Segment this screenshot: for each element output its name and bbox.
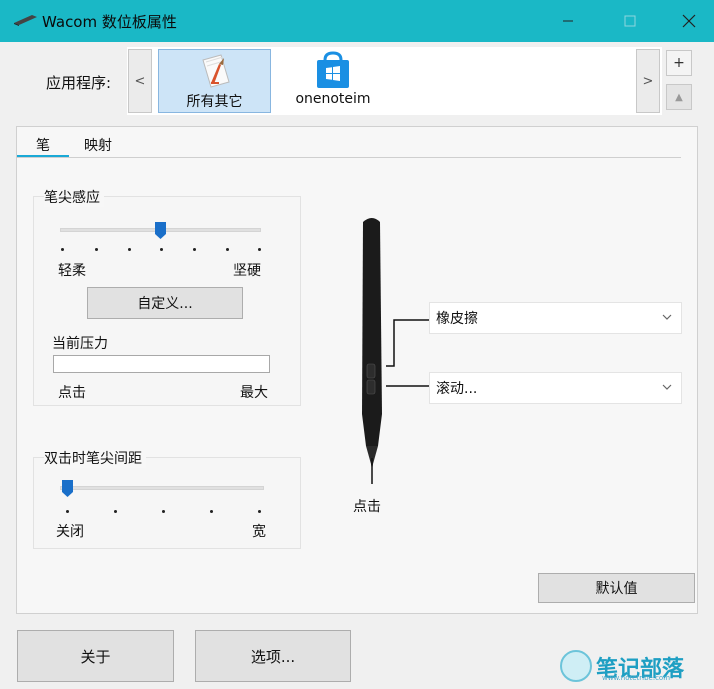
- add-application-button[interactable]: +: [666, 50, 692, 76]
- double-click-title: 双击时笔尖间距: [44, 448, 146, 468]
- slider-tick: [210, 510, 213, 513]
- tip-feel-max-label: 坚硬: [233, 263, 261, 279]
- options-button[interactable]: 选项...: [195, 630, 351, 682]
- double-click-slider-thumb[interactable]: [62, 480, 73, 497]
- app-prev-button[interactable]: <: [128, 49, 152, 113]
- app-next-button[interactable]: >: [636, 49, 660, 113]
- default-button[interactable]: 默认值: [538, 573, 695, 603]
- tip-feel-slider-thumb[interactable]: [155, 222, 166, 239]
- slider-tick: [128, 248, 131, 251]
- chevron-down-icon: [662, 384, 672, 390]
- current-pressure-label: 当前压力: [52, 336, 108, 352]
- customize-button[interactable]: 自定义...: [87, 287, 243, 319]
- lower-button-leader: [386, 385, 432, 387]
- wacom-tablet-icon: [14, 15, 37, 26]
- window-title: Wacom 数位板属性: [42, 13, 177, 31]
- tab-divider: [17, 157, 681, 158]
- watermark-logo-icon: [560, 650, 592, 682]
- slider-tick: [258, 510, 261, 513]
- pen-tip-label: 点击: [353, 499, 381, 515]
- upper-button-value: 橡皮擦: [436, 311, 478, 327]
- slider-tick: [61, 248, 64, 251]
- close-icon: [682, 14, 696, 28]
- close-button[interactable]: [666, 0, 712, 42]
- slider-tick: [258, 248, 261, 251]
- slider-tick: [193, 248, 196, 251]
- minimize-button[interactable]: [545, 0, 591, 42]
- watermark-url: www.notetribe.com: [602, 674, 671, 682]
- app-tile-label: 所有其它: [186, 94, 243, 110]
- slider-tick: [95, 248, 98, 251]
- app-tile-label[interactable]: onenoteim: [276, 91, 390, 107]
- pressure-meter: [53, 355, 270, 373]
- lower-button-value: 滚动...: [436, 381, 478, 397]
- slider-tick: [66, 510, 69, 513]
- pressure-max-label: 最大: [240, 385, 268, 401]
- pen-document-icon: [202, 54, 230, 88]
- tab-pen[interactable]: 笔: [17, 133, 69, 157]
- slider-tick: [114, 510, 117, 513]
- double-click-max-label: 宽: [252, 524, 266, 540]
- slider-tick: [162, 510, 165, 513]
- remove-application-button[interactable]: ▲: [666, 84, 692, 110]
- tip-feel-title: 笔尖感应: [44, 187, 104, 207]
- double-click-min-label: 关闭: [56, 524, 84, 540]
- chevron-down-icon: [662, 314, 672, 320]
- minimize-icon: [563, 20, 573, 22]
- maximize-icon: [624, 15, 636, 27]
- double-click-slider-track[interactable]: [60, 486, 264, 490]
- upper-button-leader: [386, 319, 432, 367]
- about-button[interactable]: 关于: [17, 630, 174, 682]
- slider-tick: [160, 248, 163, 251]
- windows-store-icon: [317, 51, 349, 88]
- tab-mapping[interactable]: 映射: [71, 133, 125, 157]
- application-label: 应用程序:: [46, 74, 112, 92]
- pressure-min-label: 点击: [58, 385, 86, 401]
- upper-button-select[interactable]: 橡皮擦: [429, 302, 682, 334]
- slider-tick: [226, 248, 229, 251]
- lower-button-select[interactable]: 滚动...: [429, 372, 682, 404]
- maximize-button[interactable]: [607, 0, 653, 42]
- tip-feel-min-label: 轻柔: [58, 263, 86, 279]
